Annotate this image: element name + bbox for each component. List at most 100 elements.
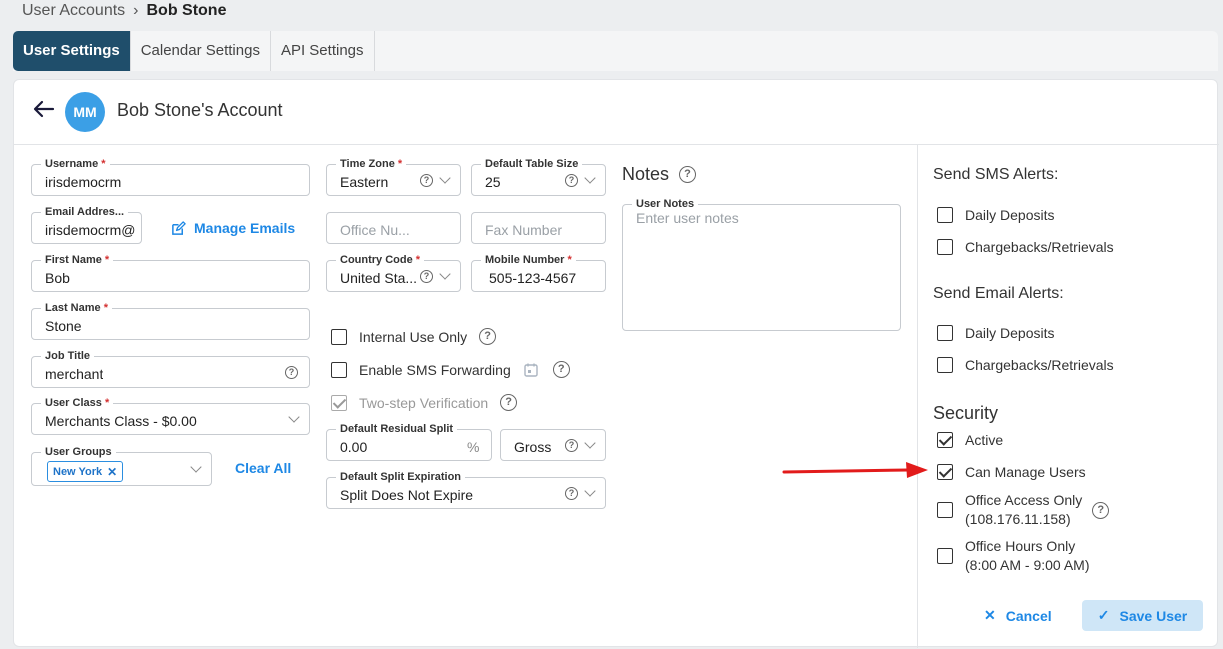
- help-icon[interactable]: ?: [565, 487, 578, 500]
- sms-daily-deposits-label: Daily Deposits: [965, 207, 1055, 223]
- chevron-down-icon: [584, 485, 596, 497]
- user-groups-label: User Groups: [41, 445, 116, 459]
- username-field[interactable]: Username * irisdemocrm: [31, 157, 310, 196]
- manage-emails-label: Manage Emails: [194, 220, 296, 236]
- user-class-select[interactable]: User Class * Merchants Class - $0.00: [31, 396, 310, 435]
- time-zone-select[interactable]: Time Zone * Eastern ?: [326, 157, 461, 196]
- sms-forwarding-checkbox[interactable]: [331, 361, 347, 378]
- help-icon[interactable]: ?: [565, 439, 578, 452]
- help-icon[interactable]: ?: [285, 366, 298, 379]
- table-size-label: Default Table Size: [481, 157, 583, 171]
- first-name-field[interactable]: First Name * Bob: [31, 253, 310, 292]
- job-title-value: merchant: [45, 366, 104, 382]
- card-header: MM Bob Stone's Account: [14, 80, 1219, 145]
- breadcrumb-current: Bob Stone: [146, 2, 227, 19]
- tab-api-settings[interactable]: API Settings: [271, 31, 375, 71]
- two-step-checkbox[interactable]: [331, 394, 347, 411]
- help-icon[interactable]: ?: [1092, 501, 1110, 519]
- country-code-select[interactable]: Country Code * United Sta... ?: [326, 253, 461, 292]
- two-step-label: Two-step Verification: [359, 394, 489, 411]
- check-icon: ✓: [1097, 607, 1110, 623]
- office-access-label: Office Access Only (108.176.11.158): [965, 492, 1083, 527]
- residual-split-label: Default Residual Split: [336, 422, 458, 436]
- fax-number-placeholder: Fax Number: [485, 222, 563, 238]
- email-chargebacks-checkbox[interactable]: [937, 357, 953, 373]
- chevron-down-icon: [288, 411, 300, 423]
- fax-number-field[interactable]: Fax Number: [471, 212, 606, 244]
- split-expiration-value: Split Does Not Expire: [340, 487, 474, 503]
- internal-use-only-option[interactable]: Internal Use Only ?: [331, 328, 497, 345]
- residual-split-field[interactable]: Default Residual Split 0.00 %: [326, 422, 492, 461]
- email-daily-deposits-option[interactable]: Daily Deposits: [937, 325, 1054, 341]
- split-expiration-label: Default Split Expiration: [336, 470, 466, 484]
- sms-forwarding-option[interactable]: Enable SMS Forwarding ?: [331, 361, 570, 378]
- sms-alerts-heading: Send SMS Alerts:: [933, 166, 1059, 183]
- annotation-arrow: [782, 462, 928, 478]
- save-user-button[interactable]: ✓ Save User: [1082, 600, 1203, 631]
- last-name-field[interactable]: Last Name * Stone: [31, 301, 310, 340]
- user-notes-textarea[interactable]: User Notes Enter user notes: [622, 197, 901, 331]
- first-name-value: Bob: [45, 270, 70, 286]
- last-name-label: Last Name *: [41, 301, 112, 315]
- breadcrumb-parent[interactable]: User Accounts: [22, 2, 125, 20]
- tab-calendar-settings[interactable]: Calendar Settings: [131, 31, 271, 71]
- table-size-select[interactable]: Default Table Size 25 ?: [471, 157, 606, 196]
- remove-tag-icon[interactable]: ✕: [107, 465, 117, 479]
- chevron-down-icon: [439, 268, 451, 280]
- sms-chargebacks-option[interactable]: Chargebacks/Retrievals: [937, 239, 1114, 255]
- manage-users-checkbox[interactable]: [937, 464, 953, 480]
- sms-daily-deposits-checkbox[interactable]: [937, 207, 953, 223]
- office-hours-option[interactable]: Office Hours Only (8:00 AM - 9:00 AM): [937, 537, 1090, 575]
- help-icon[interactable]: ?: [420, 270, 433, 283]
- manage-users-label: Can Manage Users: [965, 464, 1086, 480]
- group-tag: New York ✕: [47, 461, 124, 482]
- notes-heading: Notes ?: [622, 164, 697, 185]
- email-alerts-heading: Send Email Alerts:: [933, 285, 1064, 302]
- two-step-option[interactable]: Two-step Verification ?: [331, 394, 518, 411]
- help-icon[interactable]: ?: [565, 174, 578, 187]
- sms-chargebacks-label: Chargebacks/Retrievals: [965, 239, 1114, 255]
- split-expiration-select[interactable]: Default Split Expiration Split Does Not …: [326, 470, 606, 509]
- job-title-field[interactable]: Job Title merchant ?: [31, 349, 310, 388]
- email-daily-deposits-checkbox[interactable]: [937, 325, 953, 341]
- office-access-checkbox[interactable]: [937, 502, 953, 518]
- mobile-number-value: 505-123-4567: [489, 270, 577, 286]
- user-class-label: User Class *: [41, 396, 114, 410]
- help-icon[interactable]: ?: [479, 328, 497, 345]
- split-type-value: Gross: [514, 439, 552, 455]
- active-checkbox[interactable]: [937, 432, 953, 448]
- help-icon[interactable]: ?: [420, 174, 433, 187]
- office-hours-checkbox[interactable]: [937, 548, 953, 564]
- email-chargebacks-label: Chargebacks/Retrievals: [965, 357, 1114, 373]
- manage-users-option[interactable]: Can Manage Users: [937, 464, 1086, 480]
- tab-user-settings[interactable]: User Settings: [13, 31, 131, 71]
- email-field[interactable]: Email Addres... irisdemocrm@: [31, 205, 142, 244]
- notes-title: Notes: [622, 164, 670, 184]
- active-option[interactable]: Active: [937, 432, 1003, 448]
- cancel-button[interactable]: ✕ Cancel: [984, 607, 1052, 624]
- office-access-option[interactable]: Office Access Only (108.176.11.158) ?: [937, 491, 1110, 529]
- split-type-select[interactable]: Gross ?: [500, 429, 606, 461]
- sms-daily-deposits-option[interactable]: Daily Deposits: [937, 207, 1054, 223]
- manage-emails-link[interactable]: Manage Emails: [171, 220, 295, 236]
- help-icon[interactable]: ?: [679, 166, 697, 183]
- user-class-value: Merchants Class - $0.00: [45, 413, 197, 429]
- last-name-value: Stone: [45, 318, 82, 334]
- mobile-number-field[interactable]: Mobile Number * 505-123-4567: [471, 253, 606, 292]
- office-number-field[interactable]: Office Nu...: [326, 212, 461, 244]
- email-label: Email Addres...: [41, 205, 129, 219]
- job-title-label: Job Title: [41, 349, 95, 363]
- sms-chargebacks-checkbox[interactable]: [937, 239, 953, 255]
- office-number-placeholder: Office Nu...: [340, 222, 410, 238]
- time-zone-value: Eastern: [340, 174, 389, 190]
- back-arrow-icon[interactable]: [32, 97, 56, 121]
- calendar-icon[interactable]: [523, 362, 539, 378]
- user-groups-select[interactable]: User Groups New York ✕: [31, 445, 212, 486]
- email-chargebacks-option[interactable]: Chargebacks/Retrievals: [937, 357, 1114, 373]
- help-icon[interactable]: ?: [552, 361, 570, 378]
- internal-use-only-checkbox[interactable]: [331, 328, 347, 345]
- percent-unit: %: [467, 439, 480, 455]
- chevron-down-icon: [190, 461, 202, 473]
- clear-all-button[interactable]: Clear All: [235, 460, 291, 476]
- help-icon[interactable]: ?: [500, 394, 518, 411]
